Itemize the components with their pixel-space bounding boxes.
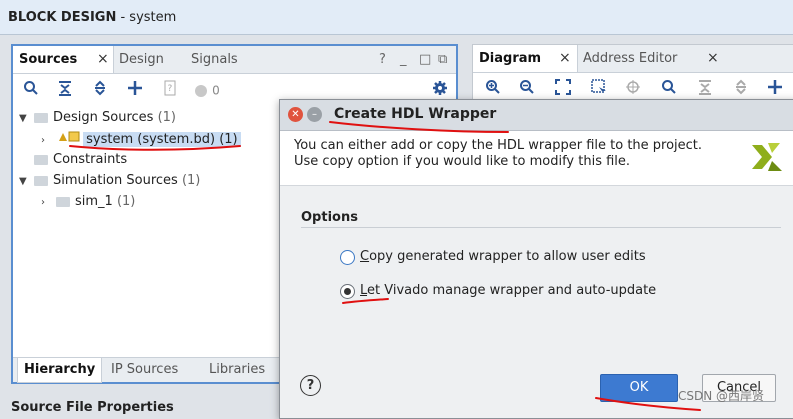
gear-icon[interactable] [430, 80, 450, 100]
tab-hierarchy[interactable]: Hierarchy [17, 358, 103, 383]
folder-icon [56, 196, 70, 207]
zoom-in-icon[interactable] [483, 79, 503, 99]
chevron-right-icon[interactable]: › [41, 131, 53, 151]
tree-item-design-sources[interactable]: ▼ Design Sources (1) [19, 108, 176, 128]
diagram-tab-row: Diagram × Address Editor × [473, 45, 793, 73]
collapse-all-icon[interactable] [55, 80, 75, 100]
zoom-area-icon[interactable] [589, 79, 609, 99]
help-icon[interactable]: ? [379, 46, 386, 73]
dialog-title: Create HDL Wrapper [334, 106, 497, 122]
expand-all-icon[interactable] [90, 80, 110, 100]
minimize-icon[interactable]: _ [400, 46, 407, 73]
tree-item-constraints[interactable]: Constraints [19, 150, 127, 170]
select-target-icon[interactable] [623, 79, 643, 99]
float-icon[interactable]: ⧉ [438, 46, 447, 73]
close-icon[interactable]: × [559, 45, 571, 72]
tab-address-editor[interactable]: Address Editor [577, 45, 683, 72]
options-heading: Options [301, 210, 358, 225]
folder-icon [34, 112, 48, 123]
system-bd-label: system (system.bd) (1) [83, 132, 241, 147]
chevron-right-icon[interactable]: › [41, 193, 53, 213]
chevron-down-icon[interactable]: ▼ [19, 172, 31, 192]
chevron-down-icon[interactable]: ▼ [19, 109, 31, 129]
watermark: CSDN @西岸贤 [678, 389, 765, 403]
properties-icon[interactable]: ? [160, 80, 180, 100]
options-divider [301, 227, 781, 228]
minimize-icon[interactable]: – [307, 107, 322, 122]
help-button[interactable]: ? [300, 375, 321, 396]
create-hdl-wrapper-dialog: ✕ – Create HDL Wrapper You can either ad… [279, 99, 793, 419]
window-title: BLOCK DESIGN - system [8, 10, 177, 25]
status-dot-icon [195, 84, 207, 97]
tree-item-system-bd[interactable]: › system (system.bd) (1) [41, 129, 241, 149]
tree-item-sim-1[interactable]: › sim_1 (1) [41, 192, 135, 212]
search-icon[interactable] [659, 79, 679, 99]
folder-icon [34, 154, 48, 165]
sources-tab-row: Sources × Design Signals ? _ □ ⧉ [13, 46, 456, 74]
tab-signals[interactable]: Signals [185, 46, 244, 73]
search-icon[interactable] [21, 80, 41, 100]
zoom-out-icon[interactable] [517, 79, 537, 99]
folder-icon [34, 175, 48, 186]
close-icon[interactable]: × [707, 45, 719, 72]
let-vivado-manage-radio[interactable] [340, 284, 355, 299]
ok-button[interactable]: OK [600, 374, 678, 402]
dialog-title-bar: ✕ – Create HDL Wrapper [280, 100, 793, 131]
dialog-description: You can either add or copy the HDL wrapp… [294, 138, 703, 169]
copy-wrapper-label[interactable]: Copy generated wrapper to allow user edi… [360, 249, 646, 264]
svg-text:?: ? [168, 84, 173, 94]
close-icon[interactable]: × [97, 46, 109, 73]
let-vivado-manage-label[interactable]: Let Vivado manage wrapper and auto-updat… [360, 283, 656, 298]
messages-count[interactable]: 0 [195, 80, 235, 100]
add-sources-icon[interactable] [125, 80, 145, 100]
expand-all-icon[interactable] [731, 79, 751, 99]
tab-design[interactable]: Design [113, 46, 170, 73]
close-icon[interactable]: ✕ [288, 107, 303, 122]
tab-libraries[interactable]: Libraries [209, 358, 265, 382]
zoom-fit-icon[interactable] [553, 79, 573, 99]
dialog-header: You can either add or copy the HDL wrapp… [280, 131, 793, 186]
tab-ip-sources[interactable]: IP Sources [111, 358, 178, 382]
window-title-bar: BLOCK DESIGN - system [0, 0, 793, 35]
tree-item-simulation-sources[interactable]: ▼ Simulation Sources (1) [19, 171, 200, 191]
add-ip-icon[interactable] [765, 79, 785, 99]
maximize-icon[interactable]: □ [419, 46, 431, 73]
block-design-icon [57, 129, 83, 150]
vivado-logo-icon [750, 141, 784, 177]
copy-wrapper-radio[interactable] [340, 250, 355, 265]
collapse-all-icon[interactable] [695, 79, 715, 99]
